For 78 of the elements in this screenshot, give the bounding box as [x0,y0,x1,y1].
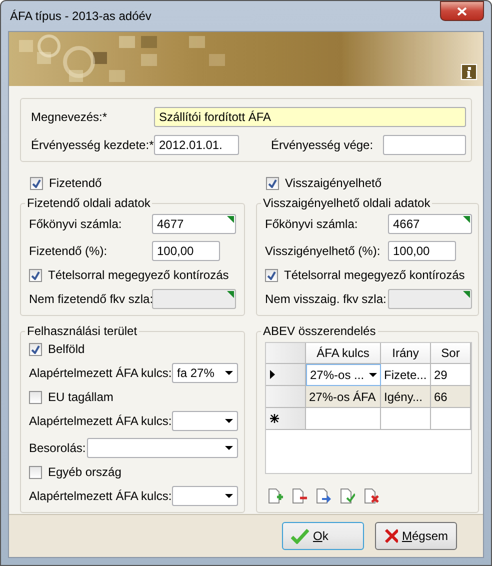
dropdown-arrow-icon [225,371,233,375]
dropdown-field[interactable] [87,438,238,458]
column-header[interactable]: Irány [381,343,431,364]
window-title: ÁFA típus - 2013-as adóév [9,9,152,23]
checkbox-label: Tételsorral megegyező kontírozás [48,268,229,282]
lookup-field[interactable]: 4677 [152,214,236,234]
checkbox-label: Belföld [48,342,85,356]
delete-document-icon[interactable] [364,488,379,504]
current-row-icon [270,370,275,379]
field-label: Alapértelmezett ÁFA kulcs: [29,489,172,503]
date-field[interactable]: 2012.01.01. [154,135,239,155]
remove-document-icon[interactable] [292,488,307,504]
group-title: ABEV összerendelés [262,324,377,338]
document-arrow-icon[interactable] [316,488,331,504]
checkmark-icon [291,528,309,544]
field-label: Érvényesség kezdete:* [31,138,154,152]
column-header[interactable]: Sor [431,343,471,364]
checkbox[interactable] [29,390,42,404]
document-check-icon[interactable] [340,488,355,504]
dropdown-field[interactable] [172,486,238,506]
table-cell: Fizete... [381,364,431,386]
corner-marker-icon [227,216,234,223]
group-title: Fizetendő oldali adatok [26,196,152,210]
checkbox[interactable] [29,466,42,478]
column-header[interactable]: ÁFA kulcs [306,343,381,364]
field-label: Megnevezés:* [31,110,108,124]
group-box: Fizetendő oldali adatok Főkönyvi számla: 4677 Fizetendő (%): 100,00 Tételsorral megegyező kontírozás Nem fizetendő fkv szla: [20,196,245,316]
checkbox-label: Egyéb ország [48,465,122,479]
table-cell[interactable] [431,408,471,430]
corner-marker-icon [463,216,470,223]
row-header[interactable] [266,408,306,430]
close-icon [384,528,398,544]
checkbox[interactable] [29,342,42,356]
corner-marker-icon [227,291,234,298]
dropdown-arrow-icon [225,419,233,423]
input-field[interactable]: 100,00 [388,241,456,261]
table-cell: 29 [431,364,471,386]
name-field[interactable]: Szállítói fordított ÁFA [154,107,466,127]
group-title: Visszaigényelhető oldali adatok [262,196,432,210]
dropdown-field[interactable]: 27%-os ... [306,364,381,386]
table-cell[interactable] [381,408,431,430]
dropdown-field[interactable]: fa 27% [172,363,238,383]
add-document-icon[interactable] [268,488,283,504]
cancel-button[interactable]: Mégsem [375,522,457,550]
lookup-field[interactable]: 4667 [388,214,472,234]
table-cell: 66 [431,386,471,408]
ok-button[interactable]: Ok [282,522,364,550]
checkbox[interactable] [29,268,42,282]
close-button[interactable] [440,1,484,21]
info-button[interactable] [461,64,477,80]
corner-header [266,343,306,364]
group-title: Felhasználási terület [26,324,138,338]
checkbox-label: Tételsorral megegyező kontírozás [284,268,465,282]
field-label: Érvényesség vége: [270,138,374,152]
dropdown-field[interactable] [172,411,238,431]
close-icon [457,6,467,16]
corner-marker-icon [463,291,470,298]
checkbox[interactable] [266,176,279,190]
new-row-icon [270,414,279,423]
table-cell[interactable] [306,408,381,430]
dropdown-arrow-icon [225,446,233,450]
date-field[interactable] [383,135,466,155]
checkbox-label: Visszaigényelhető [285,176,382,190]
checkbox[interactable] [265,268,278,282]
input-field[interactable]: 100,00 [152,241,220,261]
row-header[interactable] [266,364,306,386]
table-cell: Igény... [381,386,431,408]
field-label: Alapértelmezett ÁFA kulcs: [29,414,172,428]
checkbox-label: Fizetendő [49,176,102,190]
info-icon [466,66,472,78]
table-cell: 27%-os ÁFA [306,386,381,408]
checkbox-label: EU tagállam [48,390,114,404]
dropdown-arrow-icon [369,373,377,377]
field-label: Alapértelmezett ÁFA kulcs: [29,366,172,380]
field-label: Besorolás: [29,441,87,455]
dropdown-arrow-icon [225,494,233,498]
group-box: Visszaigényelhető oldali adatok Főkönyvi számla: 4667 Visszigényelhető (%): 100,00 Tételsorral megegyező kontírozás Nem visszaig. fkv szla: [256,196,479,316]
checkbox[interactable] [30,176,43,190]
